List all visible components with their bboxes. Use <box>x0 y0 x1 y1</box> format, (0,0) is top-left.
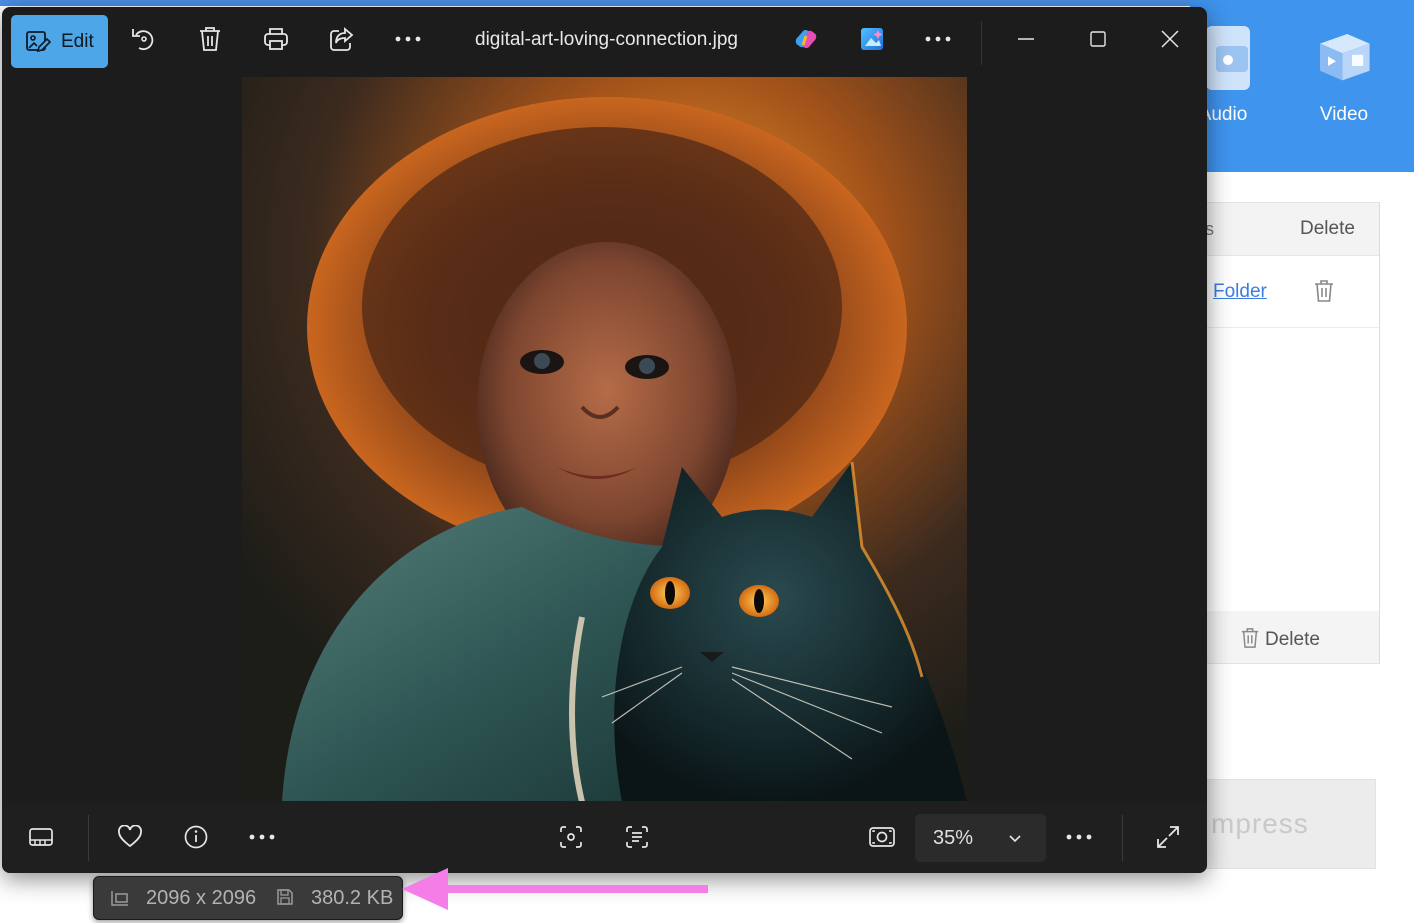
video-icon <box>1320 34 1370 81</box>
minimize-icon <box>1018 38 1034 40</box>
file-name-title: digital-art-loving-connection.jpg <box>475 29 738 50</box>
more-icon <box>925 36 951 42</box>
toolbar-divider <box>981 21 982 65</box>
fit-to-window-button[interactable] <box>860 815 904 859</box>
copilot-icon <box>795 29 817 49</box>
image-dimensions-icon <box>111 891 128 906</box>
more-icon <box>395 36 421 42</box>
column-header-delete: Delete <box>1300 218 1355 239</box>
copilot-button[interactable] <box>784 17 828 61</box>
fit-to-window-icon <box>869 827 895 847</box>
visual-search-icon <box>560 826 582 848</box>
bottom-more-button-2[interactable] <box>1057 815 1101 859</box>
info-button[interactable] <box>174 815 218 859</box>
share-button[interactable] <box>320 17 364 61</box>
favorite-button[interactable] <box>108 815 152 859</box>
photo-image[interactable] <box>242 77 967 802</box>
image-dimensions: 2096 x 2096 <box>146 887 257 909</box>
trash-icon <box>1241 628 1259 648</box>
nav-item-video[interactable]: Video <box>1294 20 1394 126</box>
edit-icon <box>26 30 51 52</box>
share-icon <box>330 27 354 51</box>
zoom-value: 35% <box>933 827 974 849</box>
visual-search-button[interactable] <box>549 815 593 859</box>
viewer-bottom-bar: 35% <box>2 801 1207 873</box>
bottom-more-button[interactable] <box>240 815 284 859</box>
trash-icon[interactable] <box>1313 279 1335 303</box>
minimize-button[interactable] <box>1004 17 1048 61</box>
delete-all-button[interactable]: Delete <box>1191 611 1379 663</box>
fullscreen-button[interactable] <box>1146 815 1190 859</box>
more-options-button[interactable] <box>386 17 430 61</box>
maximize-button[interactable] <box>1076 17 1120 61</box>
favorite-icon <box>118 825 142 848</box>
fullscreen-icon <box>1157 826 1179 848</box>
maximize-icon <box>1090 31 1106 47</box>
background-app-header: Audio Video <box>1190 0 1414 172</box>
rotate-icon <box>132 29 154 51</box>
more-options-button-2[interactable] <box>916 17 960 61</box>
save-disk-icon <box>277 889 293 905</box>
close-button[interactable] <box>1148 17 1192 61</box>
nav-item-label: Video <box>1319 104 1369 125</box>
rotate-button[interactable] <box>122 17 166 61</box>
audio-folder-icon <box>1206 26 1250 90</box>
delete-icon <box>200 27 220 51</box>
photos-viewer-window: Edit digital-art-loving-connection.jpg 3… <box>2 7 1207 873</box>
file-info-status: 2096 x 2096 380.2 KB <box>93 876 403 920</box>
compress-button[interactable]: mpress <box>1190 779 1376 869</box>
info-icon <box>184 825 208 849</box>
delete-button[interactable] <box>188 17 232 61</box>
zoom-dropdown[interactable]: 35% <box>915 814 1046 862</box>
viewer-toolbar: Edit digital-art-loving-connection.jpg <box>2 7 1207 75</box>
text-scan-icon <box>626 826 648 848</box>
file-size: 380.2 KB <box>311 887 394 909</box>
print-button[interactable] <box>254 17 298 61</box>
print-icon <box>264 28 288 50</box>
designer-button[interactable] <box>850 17 894 61</box>
edit-button[interactable]: Edit <box>11 15 108 68</box>
filmstrip-button[interactable] <box>19 815 63 859</box>
table-row: Folder <box>1191 255 1379 328</box>
bottom-divider <box>88 815 89 861</box>
more-icon <box>249 834 275 840</box>
close-icon <box>1161 30 1179 48</box>
compress-label: mpress <box>1211 808 1309 839</box>
delete-all-label: Delete <box>1265 629 1320 650</box>
text-scan-button[interactable] <box>615 815 659 859</box>
bottom-divider <box>1122 815 1123 861</box>
annotation-arrow-icon <box>402 868 708 910</box>
open-folder-link[interactable]: Folder <box>1213 281 1267 303</box>
background-file-table: s Delete Folder Delete <box>1190 202 1380 664</box>
more-icon <box>1066 834 1092 840</box>
designer-icon <box>861 28 883 50</box>
table-header: s Delete <box>1191 203 1379 256</box>
chevron-down-icon <box>1009 835 1021 843</box>
filmstrip-icon <box>29 828 53 846</box>
edit-label: Edit <box>61 30 94 52</box>
